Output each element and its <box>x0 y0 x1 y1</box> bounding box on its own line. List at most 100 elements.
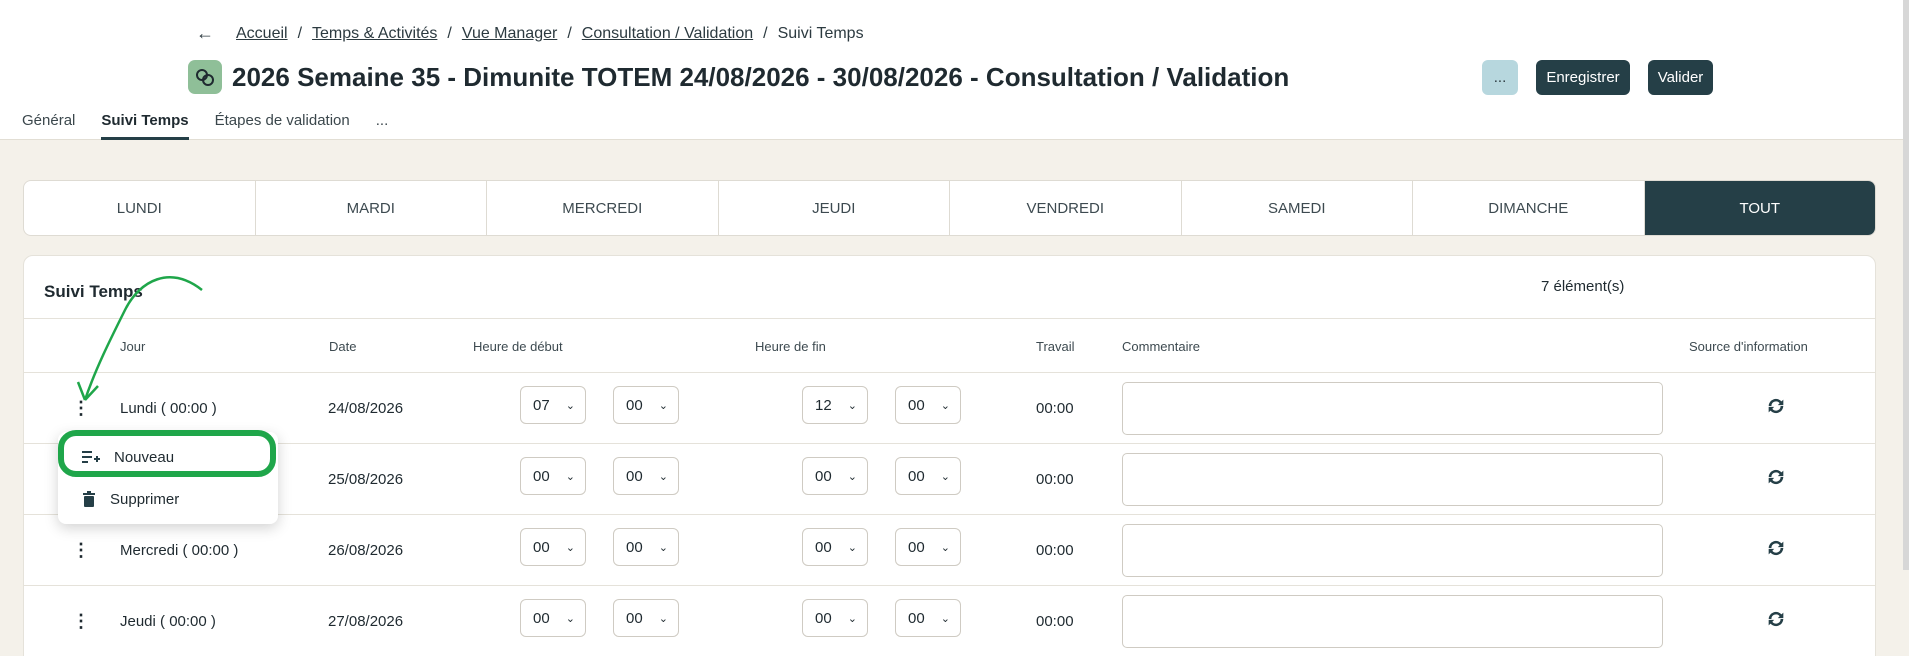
table-row: 25/08/2026 00 ⌄ 00 ⌄ 00 ⌄ 00 ⌄ 00:00 <box>24 444 1875 515</box>
end-hour-select[interactable]: 12 ⌄ <box>802 386 868 424</box>
page-title: 2026 Semaine 35 - Dimunite TOTEM 24/08/2… <box>232 61 1290 92</box>
refresh-icon[interactable] <box>1765 395 1787 417</box>
refresh-icon[interactable] <box>1765 466 1787 488</box>
chevron-down-icon: ⌄ <box>658 612 668 625</box>
row-date: 24/08/2026 <box>328 400 404 417</box>
row-travail: 00:00 <box>1036 471 1074 488</box>
day-vendredi[interactable]: VENDREDI <box>950 181 1182 235</box>
breadcrumb-temps-activites[interactable]: Temps & Activités <box>312 25 437 43</box>
end-minute-value: 00 <box>908 467 925 485</box>
chevron-down-icon: ⌄ <box>565 541 575 554</box>
day-jeudi[interactable]: JEUDI <box>719 181 950 235</box>
end-minute-value: 00 <box>908 538 925 556</box>
row-date: 25/08/2026 <box>328 471 404 488</box>
row-travail: 00:00 <box>1036 542 1074 559</box>
chevron-down-icon: ⌄ <box>565 399 575 412</box>
start-minute-value: 00 <box>626 538 643 556</box>
chevron-down-icon: ⌄ <box>847 541 857 554</box>
title-row: 2026 Semaine 35 - Dimunite TOTEM 24/08/2… <box>188 60 1289 94</box>
kebab-menu-icon[interactable]: ⋮ <box>72 611 90 632</box>
table-header: Jour Date Heure de début Heure de fin Tr… <box>24 318 1875 373</box>
start-hour-value: 07 <box>533 396 550 414</box>
end-minute-select[interactable]: 00 ⌄ <box>895 457 961 495</box>
trash-icon <box>83 491 95 507</box>
column-header-date: Date <box>329 339 357 354</box>
start-hour-value: 00 <box>533 538 550 556</box>
end-hour-select[interactable]: 00 ⌄ <box>802 599 868 637</box>
chevron-down-icon: ⌄ <box>940 612 950 625</box>
start-minute-value: 00 <box>626 609 643 627</box>
tab-more[interactable]: ... <box>376 112 389 140</box>
more-button[interactable]: ... <box>1482 60 1518 95</box>
end-minute-select[interactable]: 00 ⌄ <box>895 386 961 424</box>
start-minute-value: 00 <box>626 467 643 485</box>
row-jour: Mercredi ( 00:00 ) <box>120 542 239 559</box>
breadcrumb-separator: / <box>447 24 452 42</box>
chevron-down-icon: ⌄ <box>847 470 857 483</box>
start-hour-select[interactable]: 00 ⌄ <box>520 528 586 566</box>
chevron-down-icon: ⌄ <box>847 612 857 625</box>
chevron-down-icon: ⌄ <box>940 541 950 554</box>
start-hour-select[interactable]: 07 ⌄ <box>520 386 586 424</box>
save-button[interactable]: Enregistrer <box>1536 60 1630 95</box>
start-minute-select[interactable]: 00 ⌄ <box>613 386 679 424</box>
comment-textarea[interactable] <box>1122 453 1663 506</box>
end-hour-select[interactable]: 00 ⌄ <box>802 528 868 566</box>
column-header-source: Source d'information <box>1689 339 1808 354</box>
day-tout[interactable]: TOUT <box>1644 181 1875 235</box>
end-minute-select[interactable]: 00 ⌄ <box>895 599 961 637</box>
chevron-down-icon: ⌄ <box>658 399 668 412</box>
validate-button[interactable]: Valider <box>1648 60 1713 95</box>
tab-suivi-temps[interactable]: Suivi Temps <box>101 112 189 140</box>
comment-textarea[interactable] <box>1122 524 1663 577</box>
end-minute-select[interactable]: 00 ⌄ <box>895 528 961 566</box>
start-hour-select[interactable]: 00 ⌄ <box>520 599 586 637</box>
table-row: ⋮ Jeudi ( 00:00 ) 27/08/2026 00 ⌄ 00 ⌄ 00 ⌄… <box>24 586 1875 656</box>
column-header-heure-debut: Heure de début <box>473 339 563 354</box>
chevron-down-icon: ⌄ <box>940 470 950 483</box>
top-header: ← Accueil / Temps & Activités / Vue Mana… <box>0 0 1909 140</box>
chevron-down-icon: ⌄ <box>940 399 950 412</box>
breadcrumb-current: Suivi Temps <box>777 24 864 42</box>
tab-bar: Général Suivi Temps Étapes de validation… <box>22 112 388 140</box>
breadcrumb-consultation-validation[interactable]: Consultation / Validation <box>582 25 753 43</box>
item-count: 7 élément(s) <box>1541 278 1625 295</box>
row-travail: 00:00 <box>1036 400 1074 417</box>
scrollbar[interactable] <box>1903 0 1909 570</box>
end-minute-value: 00 <box>908 609 925 627</box>
chevron-down-icon: ⌄ <box>565 612 575 625</box>
header-actions: ... Enregistrer Valider <box>1482 60 1713 95</box>
breadcrumb-separator: / <box>567 24 572 42</box>
refresh-icon[interactable] <box>1765 608 1787 630</box>
start-minute-select[interactable]: 00 ⌄ <box>613 599 679 637</box>
start-minute-select[interactable]: 00 ⌄ <box>613 457 679 495</box>
start-minute-select[interactable]: 00 ⌄ <box>613 528 679 566</box>
day-mercredi[interactable]: MERCREDI <box>487 181 719 235</box>
comment-textarea[interactable] <box>1122 382 1663 435</box>
time-tracking-icon <box>188 60 222 94</box>
day-mardi[interactable]: MARDI <box>256 181 487 235</box>
refresh-icon[interactable] <box>1765 537 1787 559</box>
arrow-left-icon[interactable]: ← <box>196 23 214 44</box>
row-date: 26/08/2026 <box>328 542 404 559</box>
start-minute-value: 00 <box>626 396 643 414</box>
breadcrumb-accueil[interactable]: Accueil <box>236 25 288 43</box>
day-lundi[interactable]: LUNDI <box>24 181 256 235</box>
row-jour: Jeudi ( 00:00 ) <box>120 613 216 630</box>
end-hour-select[interactable]: 00 ⌄ <box>802 457 868 495</box>
end-minute-value: 00 <box>908 396 925 414</box>
tab-general[interactable]: Général <box>22 112 75 140</box>
tab-etapes-validation[interactable]: Étapes de validation <box>215 112 350 140</box>
comment-textarea[interactable] <box>1122 595 1663 648</box>
breadcrumb-vue-manager[interactable]: Vue Manager <box>462 25 557 43</box>
start-hour-value: 00 <box>533 467 550 485</box>
breadcrumb-separator: / <box>297 24 303 42</box>
day-samedi[interactable]: SAMEDI <box>1182 181 1413 235</box>
day-dimanche[interactable]: DIMANCHE <box>1413 181 1645 235</box>
kebab-menu-icon[interactable]: ⋮ <box>72 540 90 561</box>
menu-item-supprimer[interactable]: Supprimer <box>58 480 278 518</box>
breadcrumb: ← Accueil / Temps & Activités / Vue Mana… <box>196 23 864 44</box>
row-travail: 00:00 <box>1036 613 1074 630</box>
annotation-arrow-icon <box>76 276 203 401</box>
start-hour-select[interactable]: 00 ⌄ <box>520 457 586 495</box>
